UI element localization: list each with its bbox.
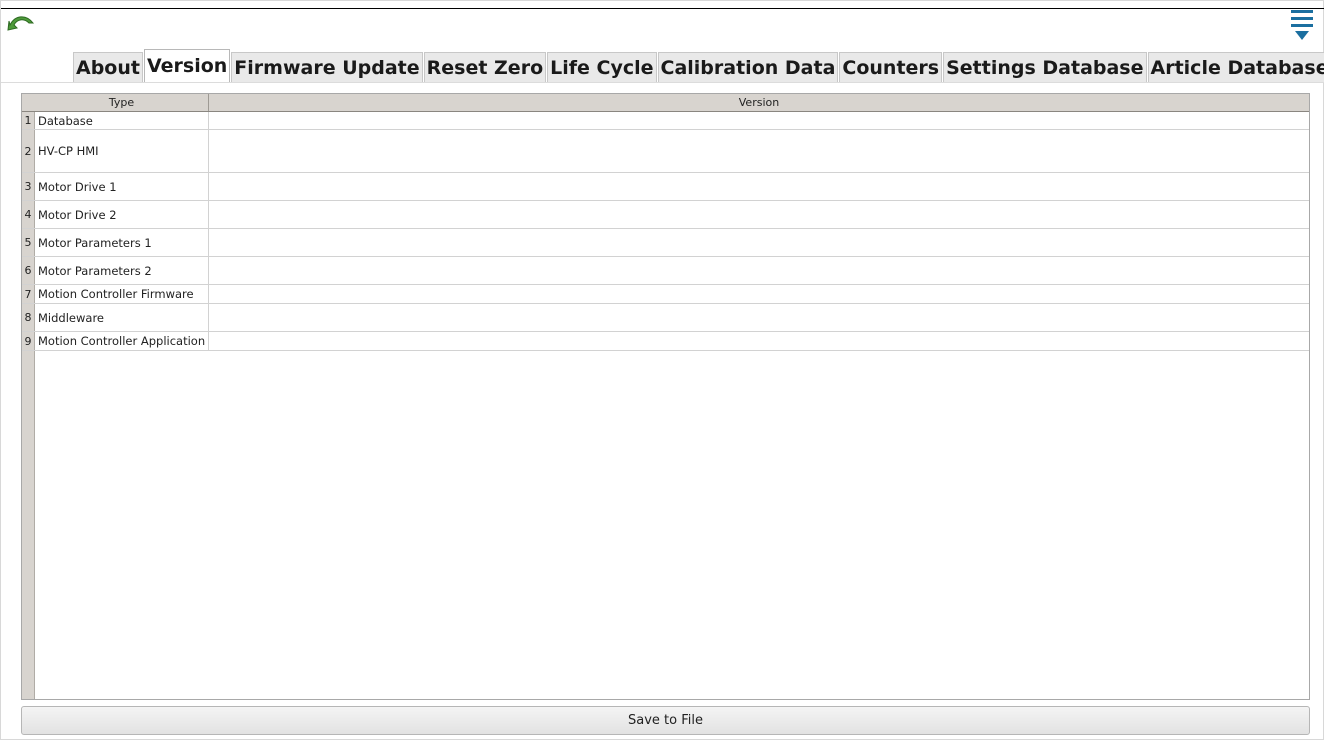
- table-row[interactable]: 4 Motor Drive 2: [22, 201, 1309, 229]
- table-row[interactable]: 3 Motor Drive 1: [22, 173, 1309, 201]
- version-window: About Version Firmware Update Reset Zero Lif…: [0, 0, 1324, 740]
- tab-settings-database[interactable]: Settings Database: [943, 52, 1147, 82]
- table-body: 1 Database 2 HV-CP HMI 3 Motor Drive 1 4 Motor …: [22, 112, 1309, 351]
- tab-article-database[interactable]: Article Database: [1147, 52, 1324, 82]
- type-cell: Motion Controller Firmware: [36, 285, 209, 303]
- type-cell: Motor Drive 2: [36, 201, 209, 228]
- table-header: Type Version: [22, 94, 1309, 112]
- column-header-version[interactable]: Version: [209, 94, 1309, 111]
- tab-calibration-data[interactable]: Calibration Data: [657, 52, 839, 82]
- row-number: 9: [22, 332, 35, 350]
- table-row[interactable]: 9 Motion Controller Application: [22, 332, 1309, 351]
- column-header-type[interactable]: Type: [35, 94, 209, 111]
- row-number: 2: [22, 130, 35, 172]
- tab-divider: [1, 82, 1324, 83]
- top-divider: [1, 8, 1324, 9]
- version-table: Type Version 1 Database 2 HV-CP HMI 3 Motor D…: [21, 93, 1310, 700]
- tab-version[interactable]: Version: [143, 49, 231, 82]
- type-cell: Middleware: [36, 304, 209, 331]
- version-cell: [209, 229, 1309, 256]
- row-number: 1: [22, 112, 35, 129]
- version-cell: [209, 304, 1309, 331]
- version-cell: [209, 173, 1309, 200]
- tab-counters[interactable]: Counters: [839, 52, 943, 82]
- table-row[interactable]: 8 Middleware: [22, 304, 1309, 332]
- tab-bar: About Version Firmware Update Reset Zero Lif…: [73, 49, 1324, 82]
- version-cell: [209, 130, 1309, 172]
- table-row[interactable]: 7 Motion Controller Firmware: [22, 285, 1309, 304]
- tab-reset-zero[interactable]: Reset Zero: [423, 52, 547, 82]
- tab-life-cycle[interactable]: Life Cycle: [547, 52, 657, 82]
- save-to-file-button[interactable]: Save to File: [21, 706, 1310, 735]
- version-cell: [209, 201, 1309, 228]
- row-number: 6: [22, 257, 35, 284]
- version-cell: [209, 112, 1309, 129]
- tab-about[interactable]: About: [73, 52, 143, 82]
- tab-firmware-update[interactable]: Firmware Update: [231, 52, 423, 82]
- type-cell: Motor Parameters 1: [36, 229, 209, 256]
- row-number: 7: [22, 285, 35, 303]
- version-cell: [209, 332, 1309, 350]
- version-cell: [209, 257, 1309, 284]
- row-number: 3: [22, 173, 35, 200]
- back-arrow-icon[interactable]: [7, 11, 35, 33]
- type-cell: Motor Drive 1: [36, 173, 209, 200]
- type-cell: Motor Parameters 2: [36, 257, 209, 284]
- table-row[interactable]: 2 HV-CP HMI: [22, 130, 1309, 173]
- row-number: 8: [22, 304, 35, 331]
- row-number: 4: [22, 201, 35, 228]
- table-row[interactable]: 1 Database: [22, 112, 1309, 130]
- version-cell: [209, 285, 1309, 303]
- row-number: 5: [22, 229, 35, 256]
- type-cell: HV-CP HMI: [36, 130, 209, 172]
- table-row[interactable]: 6 Motor Parameters 2: [22, 257, 1309, 285]
- table-row[interactable]: 5 Motor Parameters 1: [22, 229, 1309, 257]
- filter-menu-icon[interactable]: [1289, 7, 1315, 43]
- type-cell: Database: [36, 112, 209, 129]
- type-cell: Motion Controller Application: [36, 332, 209, 350]
